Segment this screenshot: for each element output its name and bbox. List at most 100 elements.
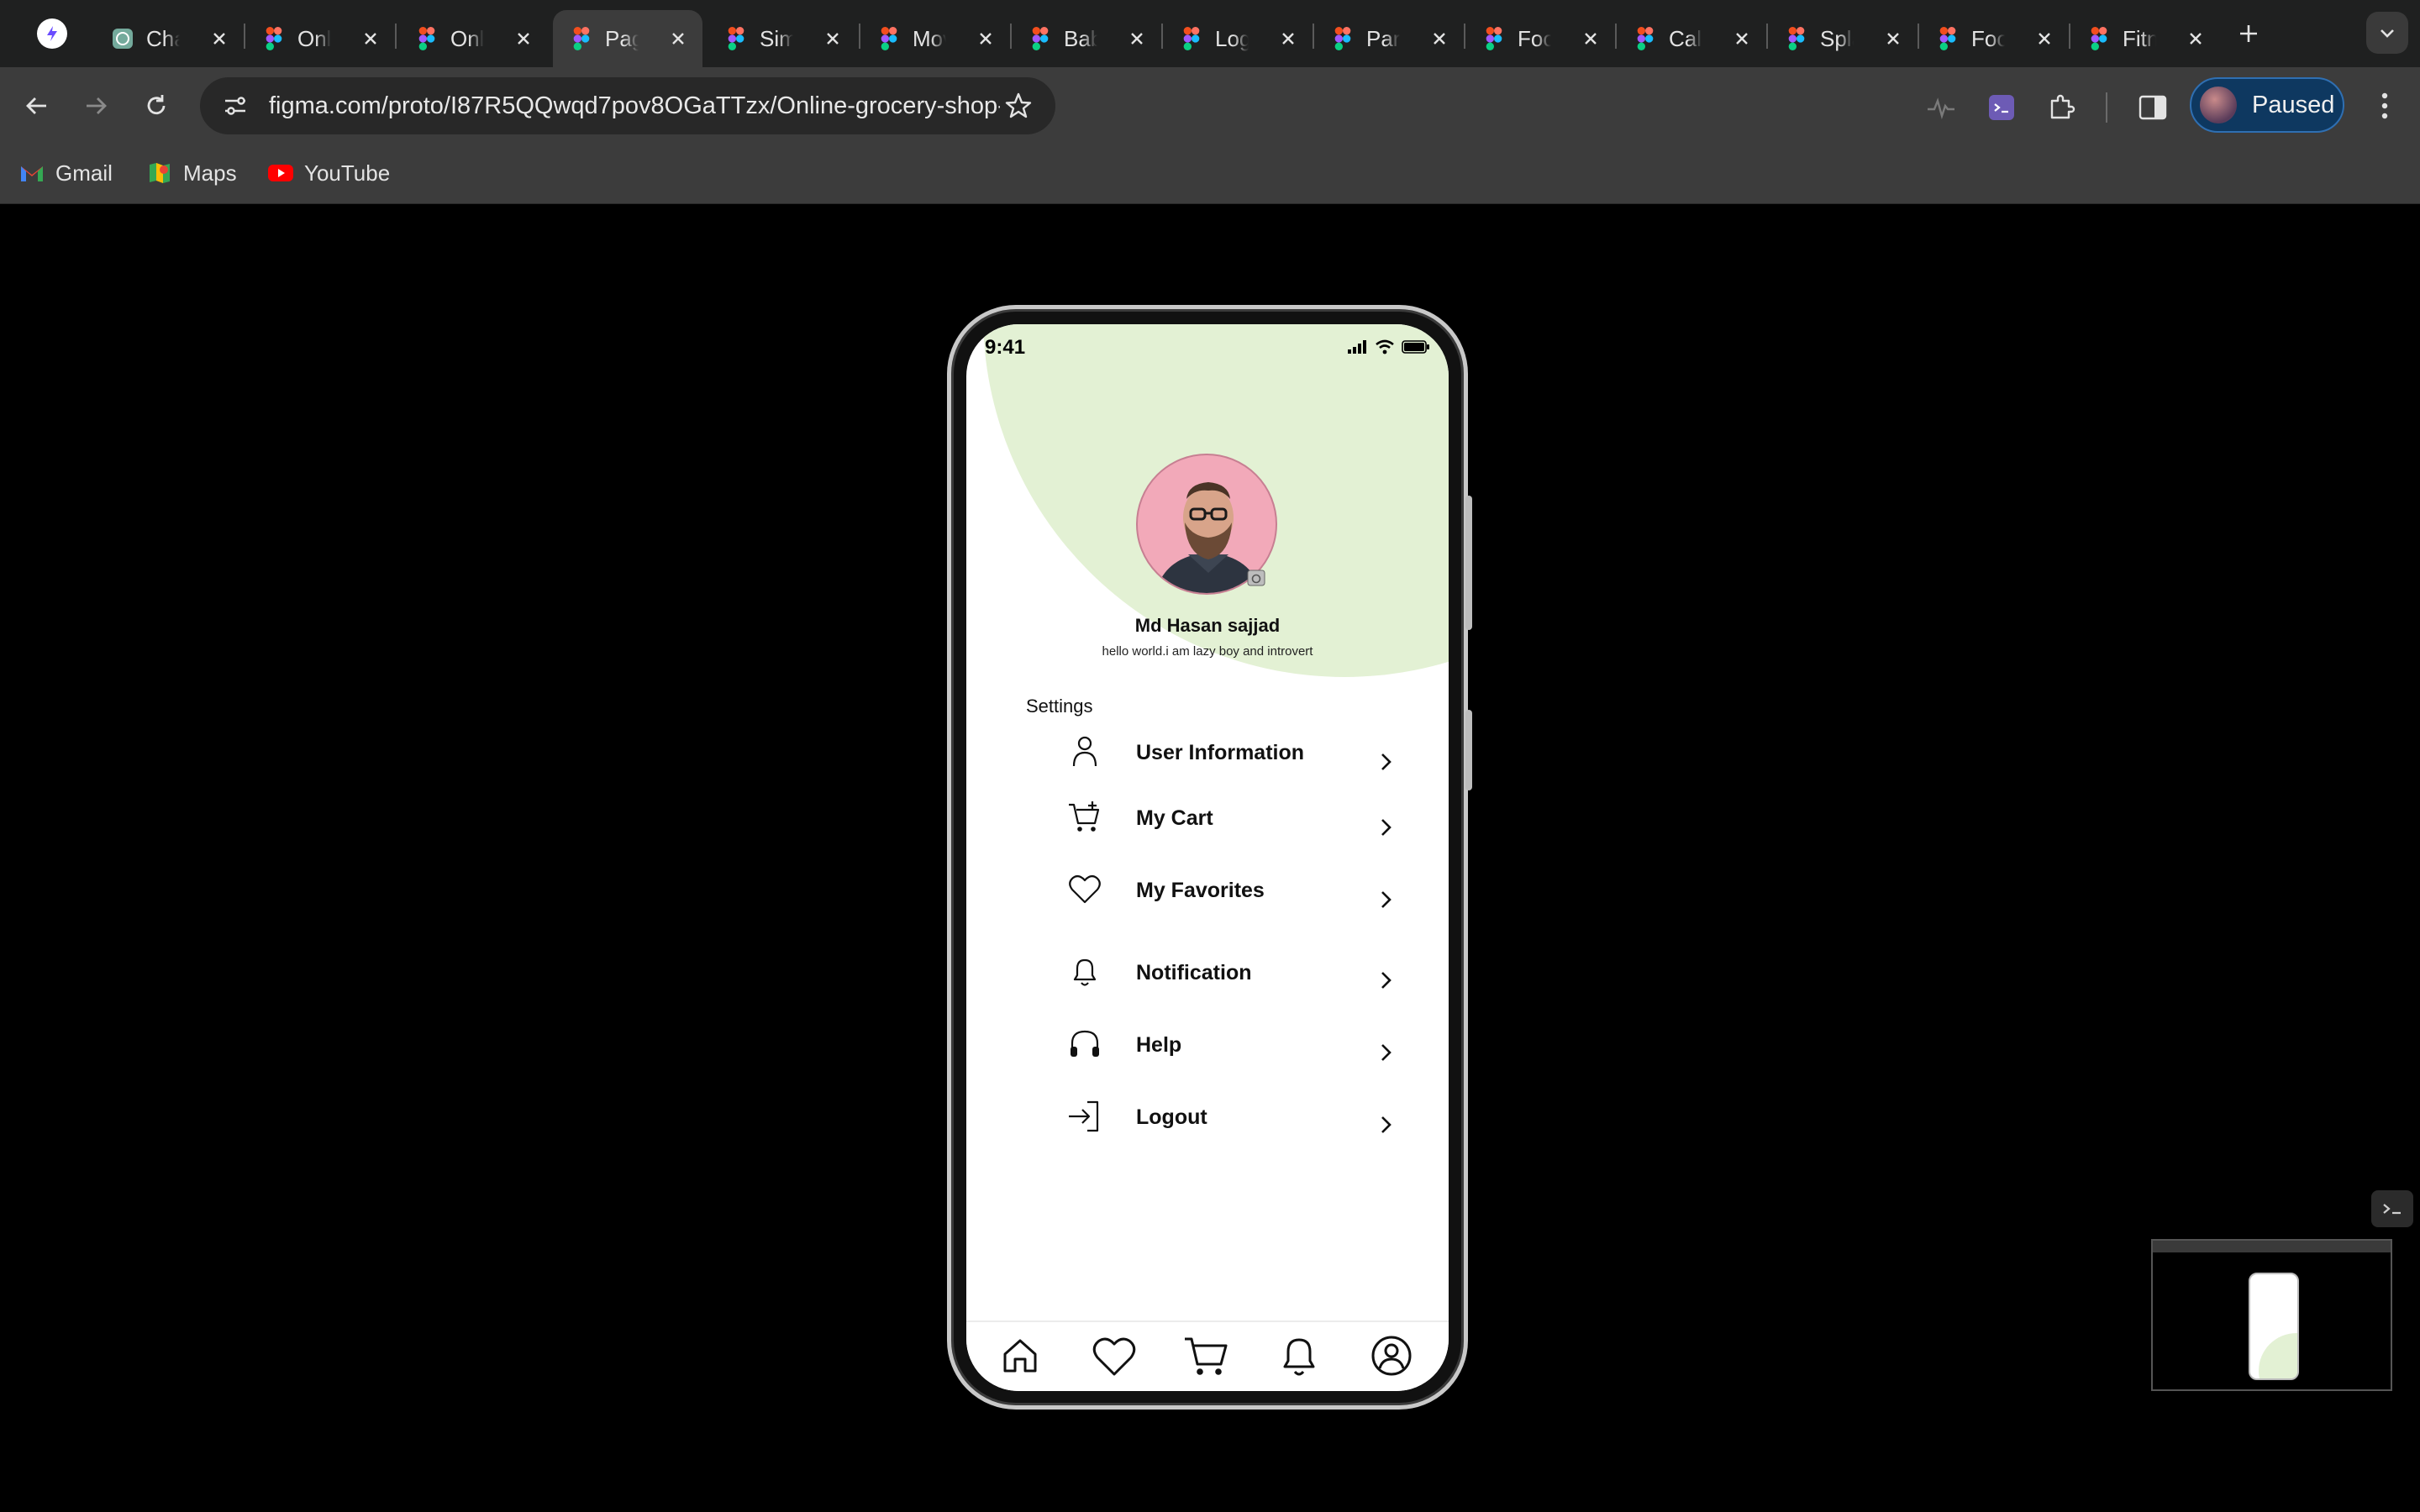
user-icon xyxy=(1072,736,1097,767)
close-icon[interactable] xyxy=(2183,26,2208,51)
chatgpt-icon xyxy=(111,27,134,50)
new-tab-button[interactable] xyxy=(2232,17,2265,50)
tab-title: Baby xyxy=(1064,25,1097,51)
nav-favorites[interactable] xyxy=(1091,1332,1138,1379)
menu-item-user-information[interactable]: User Information xyxy=(1067,734,1395,781)
close-icon[interactable] xyxy=(2032,26,2057,51)
performance-icon[interactable] xyxy=(1924,91,1958,124)
close-icon[interactable] xyxy=(1578,26,1603,51)
profile-button[interactable]: Paused xyxy=(2190,77,2344,133)
nav-cart[interactable] xyxy=(1183,1332,1230,1379)
chevron-right-icon xyxy=(1381,753,1392,770)
tab-figma-6[interactable]: Baby xyxy=(1012,10,1161,67)
figma-icon xyxy=(1785,27,1808,50)
menu-item-help[interactable]: Help xyxy=(1067,1026,1395,1074)
tab-strip: ChatGPT Online grocery shop Online groce… xyxy=(0,0,2420,67)
tab-figma-11[interactable]: Splash xyxy=(1768,10,1918,67)
tab-figma-8[interactable]: Parking xyxy=(1314,10,1464,67)
close-icon[interactable] xyxy=(1729,26,1754,51)
cart-icon xyxy=(1185,1337,1228,1375)
nav-profile[interactable] xyxy=(1368,1332,1415,1379)
avatar xyxy=(2200,87,2237,123)
reload-icon xyxy=(147,95,166,115)
bookmark-youtube[interactable]: YouTube xyxy=(267,158,390,188)
menu-item-notification[interactable]: Notification xyxy=(1067,954,1395,1001)
close-icon[interactable] xyxy=(1124,26,1150,51)
close-icon[interactable] xyxy=(1881,26,1906,51)
back-button[interactable] xyxy=(17,86,57,126)
battery-icon xyxy=(1402,340,1429,354)
chevron-right-icon xyxy=(1381,891,1392,908)
close-icon[interactable] xyxy=(207,26,232,51)
tab-separator xyxy=(395,24,397,49)
figma-icon xyxy=(1482,27,1506,50)
profile-icon xyxy=(1371,1336,1412,1376)
close-icon[interactable] xyxy=(511,26,536,51)
figma-icon xyxy=(1028,27,1052,50)
figma-icon xyxy=(1180,27,1203,50)
tab-figma-5[interactable]: Movie xyxy=(860,10,1010,67)
figma-icon xyxy=(877,27,901,50)
reload-button[interactable] xyxy=(136,86,176,126)
menu-item-label: Logout xyxy=(1136,1105,1207,1129)
tab-chatgpt[interactable]: ChatGPT xyxy=(94,10,244,67)
tab-title: Food xyxy=(1518,25,1551,51)
address-bar[interactable]: figma.com/proto/I87R5QQwqd7pov8OGaTTzx/O… xyxy=(200,77,1055,134)
menu-item-logout[interactable]: Logout xyxy=(1067,1099,1395,1146)
tab-search-button[interactable] xyxy=(2366,12,2408,54)
user-bio: hello world.i am lazy boy and introvert xyxy=(1102,644,1313,659)
gmail-icon xyxy=(18,160,45,186)
nav-notifications[interactable] xyxy=(1276,1332,1323,1379)
tab-search-favicon[interactable] xyxy=(37,18,67,49)
tab-figma-2[interactable]: Online grocery shop xyxy=(398,10,548,67)
menu-item-label: Help xyxy=(1136,1033,1182,1057)
figma-icon xyxy=(1331,27,1355,50)
extension-devtools-icon[interactable] xyxy=(1985,91,2018,124)
figma-icon xyxy=(570,27,593,50)
menu-item-my-favorites[interactable]: My Favorites xyxy=(1067,872,1395,919)
camera-icon[interactable] xyxy=(1247,570,1265,586)
tab-figma-10[interactable]: Calendar xyxy=(1617,10,1766,67)
menu-button[interactable] xyxy=(2368,86,2402,126)
tab-title: Parking xyxy=(1366,25,1400,51)
tab-title: Movie xyxy=(913,25,946,51)
nav-home[interactable] xyxy=(997,1332,1044,1379)
close-icon[interactable] xyxy=(1427,26,1452,51)
tab-figma-4[interactable]: Simple xyxy=(708,10,857,67)
url-text[interactable]: figma.com/proto/I87R5QQwqd7pov8OGaTTzx/O… xyxy=(269,92,1000,120)
signal-icon xyxy=(1348,340,1366,354)
thumbnail-phone xyxy=(2249,1273,2299,1380)
close-icon[interactable] xyxy=(973,26,998,51)
tab-title: Online grocery shop xyxy=(297,25,331,51)
tab-figma-13[interactable]: Fitness xyxy=(2070,10,2220,67)
chevron-right-icon xyxy=(1381,819,1392,836)
chevron-right-icon xyxy=(1381,972,1392,989)
site-settings-icon[interactable] xyxy=(217,87,254,124)
extensions-puzzle-icon[interactable] xyxy=(2045,91,2079,124)
tab-figma-12[interactable]: Food xyxy=(1919,10,2069,67)
tab-figma-1[interactable]: Online grocery shop xyxy=(245,10,395,67)
devtools-toggle-button[interactable] xyxy=(2371,1190,2413,1227)
tab-figma-9[interactable]: Food xyxy=(1465,10,1615,67)
screen-thumbnail-preview[interactable] xyxy=(2151,1239,2392,1391)
tab-figma-7[interactable]: Login xyxy=(1163,10,1313,67)
close-icon[interactable] xyxy=(1276,26,1301,51)
bookmark-gmail[interactable]: Gmail xyxy=(18,158,113,188)
menu-item-my-cart[interactable]: My Cart xyxy=(1067,800,1395,847)
close-icon[interactable] xyxy=(358,26,383,51)
tab-title: Login xyxy=(1215,25,1249,51)
toolbar-separator xyxy=(2106,92,2107,123)
arrow-right-icon xyxy=(87,97,107,114)
chevron-down-icon xyxy=(2381,29,2394,38)
figma-icon xyxy=(2087,27,2111,50)
bookmark-star-icon[interactable] xyxy=(1003,91,1034,121)
figma-icon xyxy=(415,27,439,50)
close-icon[interactable] xyxy=(820,26,845,51)
side-panel-icon[interactable] xyxy=(2136,91,2170,124)
tab-figma-active[interactable]: Page 1 xyxy=(553,10,702,67)
figma-icon xyxy=(1634,27,1657,50)
bookmark-maps[interactable]: Maps xyxy=(146,158,237,188)
forward-button[interactable] xyxy=(76,86,116,126)
close-icon[interactable] xyxy=(666,26,691,51)
thumbnail-toolbar xyxy=(2153,1241,2391,1252)
